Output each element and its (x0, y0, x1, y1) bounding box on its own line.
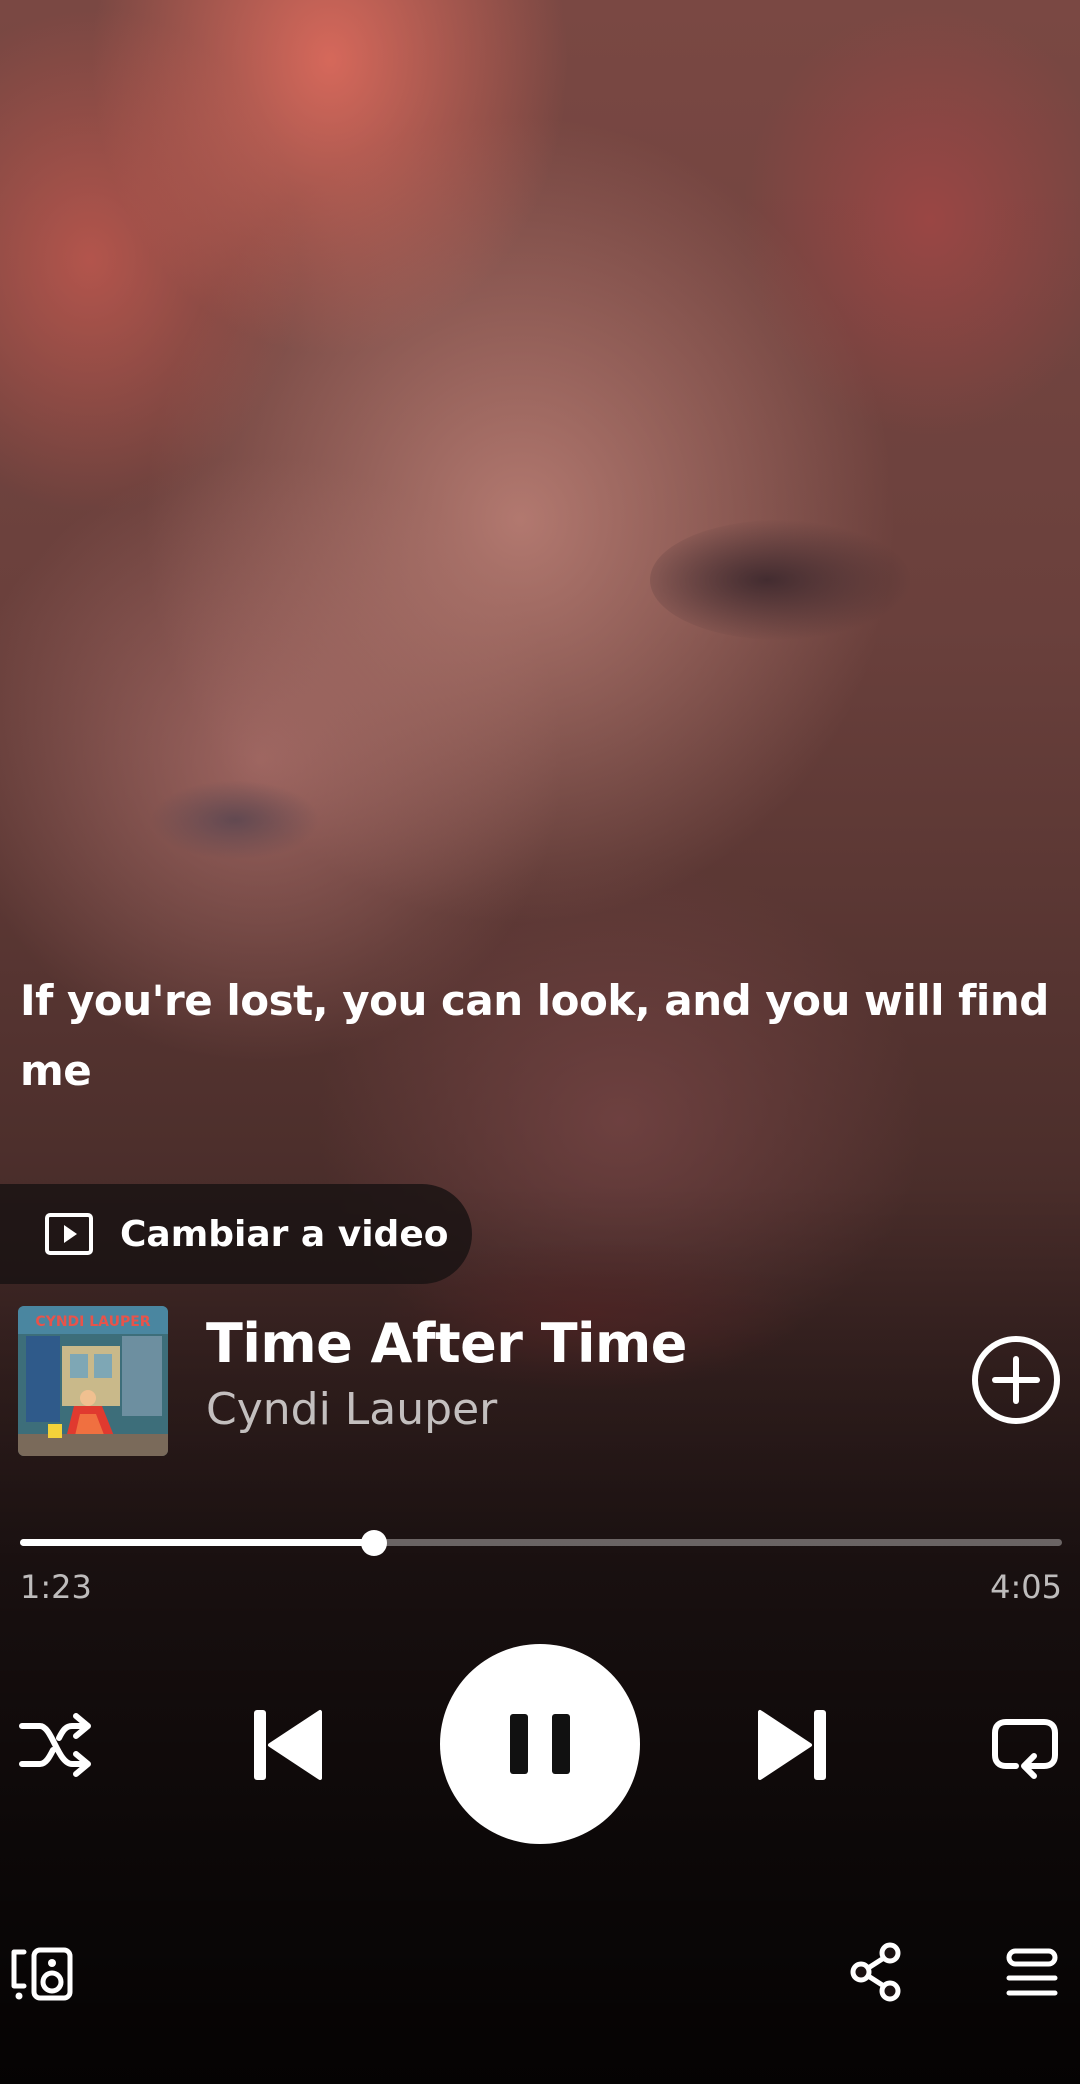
switch-to-video-button[interactable]: Cambiar a video (0, 1184, 472, 1284)
queue-icon[interactable] (1006, 1948, 1058, 1998)
pause-button[interactable] (440, 1644, 640, 1844)
track-title[interactable]: Time After Time (206, 1310, 687, 1378)
now-playing-screen: If you're lost, you can look, and you wi… (0, 0, 1080, 2084)
skip-previous-icon[interactable] (252, 1706, 322, 1784)
track-artist[interactable]: Cyndi Lauper (206, 1380, 687, 1440)
album-cover[interactable]: CYNDI LAUPER (18, 1306, 168, 1456)
repeat-icon[interactable] (990, 1710, 1060, 1780)
elapsed-time: 1:23 (20, 1568, 92, 1606)
track-info-row: CYNDI LAUPER Time After Time Cyndi Laupe… (18, 1306, 1062, 1456)
pause-icon (510, 1714, 570, 1774)
connect-devices-icon[interactable] (10, 1946, 74, 2002)
plus-circle-icon[interactable] (970, 1334, 1062, 1426)
seek-bar-fill (20, 1539, 375, 1546)
track-text: Time After Time Cyndi Lauper (206, 1310, 687, 1440)
shuffle-icon[interactable] (18, 1712, 94, 1778)
total-duration: 4:05 (990, 1568, 1062, 1606)
svg-text:CYNDI LAUPER: CYNDI LAUPER (35, 1314, 150, 1330)
lyrics-line[interactable]: If you're lost, you can look, and you wi… (20, 966, 1060, 1106)
seek-bar[interactable] (20, 1530, 1062, 1556)
album-cover-art: CYNDI LAUPER (18, 1306, 168, 1456)
seek-bar-thumb[interactable] (361, 1530, 388, 1556)
share-icon[interactable] (848, 1942, 904, 2002)
switch-to-video-label: Cambiar a video (120, 1213, 449, 1255)
play-square-icon (45, 1213, 93, 1255)
skip-next-icon[interactable] (758, 1706, 828, 1784)
